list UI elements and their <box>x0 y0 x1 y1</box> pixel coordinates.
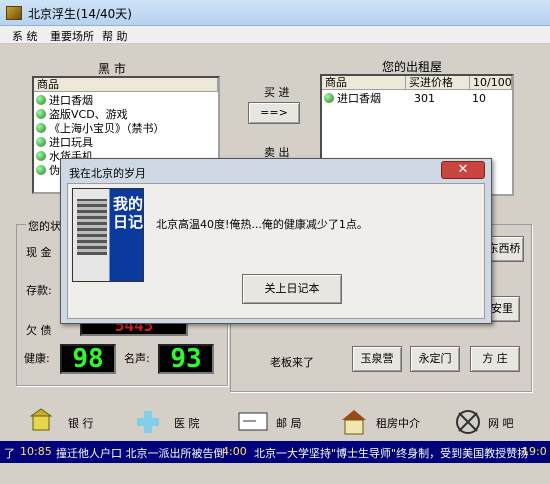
menu-important-places[interactable]: 重要场所 <box>50 28 94 44</box>
place-yongdingmen-button[interactable]: 永定门 <box>410 346 460 372</box>
app-icon <box>6 6 22 20</box>
dialog-title: 我在北京的岁月 <box>69 167 146 180</box>
hospital-label: 医 院 <box>174 417 200 430</box>
diary-photo <box>77 199 107 255</box>
post-office-label: 邮 局 <box>276 417 302 430</box>
post-office-icon <box>238 412 268 431</box>
internet-cafe-button[interactable]: 网 吧 <box>448 404 540 440</box>
diary-cover-text: 我的日记 <box>113 195 144 231</box>
post-office-button[interactable]: 邮 局 <box>234 404 326 440</box>
menu-system[interactable]: 系 统 <box>12 28 38 44</box>
hospital-button[interactable]: 医 院 <box>128 404 222 440</box>
rental-header-price: 买进价格 <box>406 76 470 90</box>
window-title: 北京浮生(14/40天) <box>28 7 132 21</box>
bank-button[interactable]: 银 行 <box>24 404 114 440</box>
fame-label: 名声: <box>124 352 150 365</box>
goods-icon <box>36 123 46 133</box>
hospital-icon <box>137 411 159 433</box>
bank-icon <box>30 408 52 431</box>
ticker-fragment: 了 <box>4 447 15 460</box>
status-group-title: 您的状 <box>26 218 63 234</box>
ticker-time: 4:00 <box>222 445 247 458</box>
ticker-news: 北京一大学坚持"博士生导师"终身制，受到美国教授赞扬 <box>254 447 529 460</box>
debt-label: 欠 债 <box>26 324 52 337</box>
list-item[interactable]: 伪 <box>36 164 60 178</box>
cash-label: 现 金 <box>26 246 52 259</box>
diary-dialog: 我在北京的岁月 ✕ 我的日记 北京高温40度!俺热...俺的健康减少了1点。 关… <box>60 158 492 324</box>
ticker-time: 19:0 <box>522 445 547 458</box>
place-yuquanying-button[interactable]: 玉泉营 <box>352 346 402 372</box>
goods-icon <box>36 95 46 105</box>
list-item[interactable]: 进口玩具 <box>36 136 93 150</box>
goods-icon <box>36 165 46 175</box>
health-display: 98 <box>60 344 116 374</box>
goods-icon <box>36 109 46 119</box>
close-icon[interactable]: ✕ <box>441 161 485 179</box>
goods-icon <box>324 93 334 103</box>
house-agent-button[interactable]: 租房中介 <box>336 404 442 440</box>
title-bar: 北京浮生(14/40天) <box>0 0 550 26</box>
internet-cafe-label: 网 吧 <box>488 417 514 430</box>
dialog-message: 北京高温40度!俺热...俺的健康减少了1点。 <box>156 218 368 231</box>
black-market-title: 黑 市 <box>98 62 126 76</box>
close-diary-button[interactable]: 关上日记本 <box>242 274 342 304</box>
list-item[interactable]: 《上海小宝贝》（禁书） <box>36 122 165 136</box>
rental-qty: 10 <box>472 92 486 105</box>
goods-icon <box>36 137 46 147</box>
menu-help[interactable]: 帮 助 <box>102 28 128 44</box>
goods-icon <box>36 151 46 161</box>
house-agent-label: 租房中介 <box>376 417 420 430</box>
diary-image: 我的日记 <box>72 188 144 282</box>
place-fangzhuang-button[interactable]: 方 庄 <box>470 346 520 372</box>
dialog-body: 我的日记 北京高温40度!俺热...俺的健康减少了1点。 关上日记本 <box>67 183 485 319</box>
buy-button[interactable]: ==> <box>248 102 300 124</box>
bank-label: 银 行 <box>68 417 94 430</box>
rental-header-capacity: 10/100 <box>470 76 512 90</box>
health-label: 健康: <box>24 352 50 365</box>
deposit-label: 存款: <box>26 284 52 297</box>
fame-display: 93 <box>158 344 214 374</box>
rental-price: 301 <box>414 92 435 105</box>
news-ticker: 了 10:85 撞迁他人户口 北京一派出所被告倒 4:00 北京一大学坚持"博士… <box>0 441 550 463</box>
list-item[interactable]: 盗版VCD、游戏 <box>36 108 128 122</box>
house-agent-icon <box>342 410 366 435</box>
menu-bar: 系 统 重要场所 帮 助 <box>0 26 550 44</box>
rental-title: 您的出租屋 <box>382 60 443 74</box>
list-item[interactable]: 进口香烟 <box>36 94 93 108</box>
ticker-time: 10:85 <box>20 445 52 458</box>
table-row[interactable]: 进口香烟 <box>324 92 381 106</box>
buy-label: 买 进 <box>264 86 290 99</box>
boss-text: 老板来了 <box>270 356 314 369</box>
rental-header-goods: 商品 <box>322 76 406 90</box>
ticker-news: 撞迁他人户口 北京一派出所被告倒 <box>56 447 225 460</box>
black-market-header: 商品 <box>34 78 218 92</box>
internet-cafe-icon <box>456 410 480 434</box>
